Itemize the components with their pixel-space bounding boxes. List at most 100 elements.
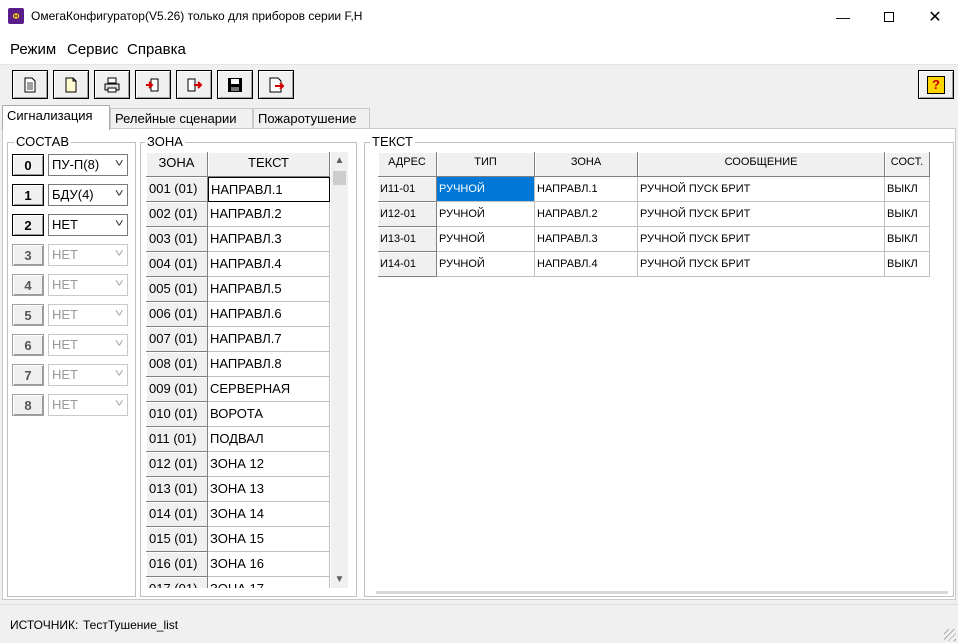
zone-row[interactable]: 011 (01) ПОДВАЛ — [146, 427, 330, 452]
tab-relay-scenarios[interactable]: Релейные сценарии — [110, 108, 253, 129]
help-icon: ? — [927, 75, 945, 94]
message-cell[interactable]: РУЧНОЙ ПУСК БРИТ — [638, 227, 885, 252]
zone-text-cell[interactable]: НАПРАВЛ.4 — [208, 252, 330, 277]
slot-number: 7 — [12, 364, 44, 386]
zone-row[interactable]: 015 (01) ЗОНА 15 — [146, 527, 330, 552]
state-cell[interactable]: ВЫКЛ — [885, 227, 930, 252]
zone-grid[interactable]: ЗОНА ТЕКСТ 001 (01) НАПРАВЛ.1 002 (01) НАПР… — [146, 152, 330, 588]
help-button[interactable]: ? — [918, 70, 954, 99]
zone-row[interactable]: 016 (01) ЗОНА 16 — [146, 552, 330, 577]
zone-row[interactable]: 010 (01) ВОРОТА — [146, 402, 330, 427]
zone-scrollbar[interactable]: ▲ ▼ — [331, 152, 348, 588]
scroll-thumb[interactable] — [333, 171, 346, 185]
zone-row[interactable]: 006 (01) НАПРАВЛ.6 — [146, 302, 330, 327]
zone-text-cell[interactable]: СЕРВЕРНАЯ — [208, 377, 330, 402]
slot-module-select[interactable]: ПУ-П(8) ˅ — [48, 154, 128, 176]
zone-row[interactable]: 005 (01) НАПРАВЛ.5 — [146, 277, 330, 302]
zone-text-cell[interactable]: ЗОНА 15 — [208, 527, 330, 552]
zone-text-cell[interactable]: НАПРАВЛ.6 — [208, 302, 330, 327]
zone-row[interactable]: 008 (01) НАПРАВЛ.8 — [146, 352, 330, 377]
zone-row[interactable]: 013 (01) ЗОНА 13 — [146, 477, 330, 502]
zone-text-cell[interactable]: НАПРАВЛ.8 — [208, 352, 330, 377]
slot-module-value: НЕТ — [52, 217, 78, 232]
scroll-down-icon[interactable]: ▼ — [331, 571, 348, 588]
zone-cell[interactable]: НАПРАВЛ.3 — [535, 227, 638, 252]
type-column-header: ТИП — [437, 152, 535, 177]
chevron-down-icon: ˅ — [114, 308, 124, 320]
zone-row[interactable]: 007 (01) НАПРАВЛ.7 — [146, 327, 330, 352]
zone-row[interactable]: 014 (01) ЗОНА 14 — [146, 502, 330, 527]
zone-text-cell[interactable]: ПОДВАЛ — [208, 427, 330, 452]
zone-cell[interactable]: НАПРАВЛ.4 — [535, 252, 638, 277]
message-cell[interactable]: РУЧНОЙ ПУСК БРИТ — [638, 252, 885, 277]
chevron-down-icon: ˅ — [114, 398, 124, 410]
zone-text-cell[interactable]: ВОРОТА — [208, 402, 330, 427]
type-cell[interactable]: РУЧНОЙ — [437, 252, 535, 277]
message-cell[interactable]: РУЧНОЙ ПУСК БРИТ — [638, 202, 885, 227]
state-cell[interactable]: ВЫКЛ — [885, 252, 930, 277]
write-device-button[interactable] — [176, 70, 212, 99]
maximize-button[interactable] — [866, 0, 912, 33]
minimize-button[interactable]: — — [820, 0, 866, 33]
zone-text-cell[interactable]: НАПРАВЛ.3 — [208, 227, 330, 252]
slot-module-value: НЕТ — [52, 307, 78, 322]
zone-row[interactable]: 009 (01) СЕРВЕРНАЯ — [146, 377, 330, 402]
zone-number-cell: 005 (01) — [146, 277, 208, 302]
zone-row[interactable]: 012 (01) ЗОНА 12 — [146, 452, 330, 477]
type-cell[interactable]: РУЧНОЙ — [437, 177, 535, 202]
resize-grip-icon[interactable] — [944, 629, 956, 641]
menu-mode[interactable]: Режим — [10, 41, 56, 58]
maximize-icon — [884, 11, 894, 22]
state-cell[interactable]: ВЫКЛ — [885, 177, 930, 202]
zone-row[interactable]: 017 (01)ЗОНА 17 — [146, 577, 330, 588]
zone-number-cell: 013 (01) — [146, 477, 208, 502]
menu-help[interactable]: Справка — [127, 41, 186, 58]
zone-text-cell[interactable]: ЗОНА 17 — [208, 577, 330, 588]
zone-row[interactable]: 001 (01) НАПРАВЛ.1 — [146, 177, 330, 202]
close-icon: ✕ — [928, 8, 942, 26]
composition-label: СОСТАВ — [14, 134, 72, 149]
slot-module-select[interactable]: БДУ(4) ˅ — [48, 184, 128, 206]
minimize-icon: — — [836, 8, 850, 25]
close-button[interactable]: ✕ — [912, 0, 958, 33]
print-button[interactable] — [94, 70, 130, 99]
zone-text-cell[interactable]: ЗОНА 12 — [208, 452, 330, 477]
scroll-up-icon[interactable]: ▲ — [331, 152, 348, 169]
zone-cell[interactable]: НАПРАВЛ.1 — [535, 177, 638, 202]
zone-text-cell[interactable]: НАПРАВЛ.2 — [208, 202, 330, 227]
zone-text-cell[interactable]: ЗОНА 16 — [208, 552, 330, 577]
chevron-down-icon: ˅ — [114, 218, 124, 230]
composition-slot: 2 НЕТ ˅ — [10, 212, 128, 238]
read-device-button[interactable] — [135, 70, 171, 99]
text-grid-hscroll[interactable] — [376, 591, 948, 594]
type-cell[interactable]: РУЧНОЙ — [437, 202, 535, 227]
new-document-button[interactable] — [12, 70, 48, 99]
title-bar: Ф ОмегаКонфигуратор(V5.26) только для пр… — [0, 0, 958, 33]
slot-module-select[interactable]: НЕТ ˅ — [48, 214, 128, 236]
zone-number-cell: 016 (01) — [146, 552, 208, 577]
zone-row[interactable]: 003 (01) НАПРАВЛ.3 — [146, 227, 330, 252]
open-document-button[interactable] — [53, 70, 89, 99]
slot-module-value: БДУ(4) — [52, 187, 94, 202]
tab-signaling[interactable]: Сигнализация — [2, 105, 110, 130]
message-column-header: СООБЩЕНИЕ — [638, 152, 885, 177]
save-button[interactable] — [217, 70, 253, 99]
zone-text-cell[interactable]: ЗОНА 14 — [208, 502, 330, 527]
zone-text-cell[interactable]: НАПРАВЛ.1 — [208, 177, 330, 202]
zone-text-cell[interactable]: НАПРАВЛ.5 — [208, 277, 330, 302]
zone-row[interactable]: 002 (01) НАПРАВЛ.2 — [146, 202, 330, 227]
chevron-down-icon: ˅ — [114, 158, 124, 170]
message-cell[interactable]: РУЧНОЙ ПУСК БРИТ — [638, 177, 885, 202]
open-document-icon — [65, 77, 77, 92]
menu-service[interactable]: Сервис — [67, 41, 118, 58]
tab-fire-extinguishing[interactable]: Пожаротушение — [253, 108, 370, 129]
chevron-down-icon: ˅ — [114, 368, 124, 380]
export-button[interactable] — [258, 70, 294, 99]
type-cell[interactable]: РУЧНОЙ — [437, 227, 535, 252]
zone-text-cell[interactable]: НАПРАВЛ.7 — [208, 327, 330, 352]
zone-text-cell[interactable]: ЗОНА 13 — [208, 477, 330, 502]
state-cell[interactable]: ВЫКЛ — [885, 202, 930, 227]
zone-row[interactable]: 004 (01) НАПРАВЛ.4 — [146, 252, 330, 277]
text-grid[interactable]: АДРЕС ТИП ЗОНА СООБЩЕНИЕ СОСТ. И11-01 РУЧНОЙ НА… — [378, 152, 930, 280]
zone-cell[interactable]: НАПРАВЛ.2 — [535, 202, 638, 227]
